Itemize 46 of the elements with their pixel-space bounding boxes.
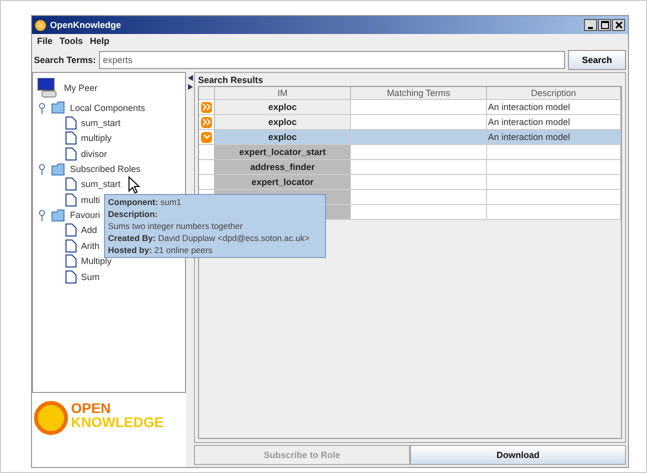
table-cell: An interaction model <box>487 115 621 129</box>
tooltip-line: Description: <box>108 208 158 220</box>
menu-item[interactable]: File <box>37 36 53 46</box>
search-field[interactable]: experts <box>98 51 565 69</box>
tree-item[interactable]: Multiply <box>81 256 112 266</box>
tree-item[interactable]: Favouri <box>70 210 100 220</box>
table-cell: exploc <box>215 115 351 129</box>
table-row[interactable]: address_finder <box>199 160 621 175</box>
table-row[interactable]: expert_locator_start <box>199 145 621 160</box>
tree-item[interactable]: multiply <box>81 133 112 144</box>
menu-item[interactable]: Help <box>90 36 110 46</box>
tooltip-line: Component: sum1 <box>108 196 182 208</box>
table-row[interactable]: expert_locator <box>199 175 621 190</box>
table-row[interactable]: exploc An interaction model <box>199 100 621 115</box>
search-label: Search Terms: <box>34 55 96 65</box>
table-cell: exploc <box>215 100 351 114</box>
table-cell: An interaction model <box>487 130 621 144</box>
column-header[interactable]: Description <box>487 87 621 99</box>
logo-text: OPEN <box>71 401 112 415</box>
tooltip-line: Created By: David Dupplaw <dpd@ecs.soton.ac.uk> <box>108 232 310 244</box>
tree-item[interactable]: Arith <box>81 240 100 251</box>
table-cell: An interaction model <box>487 100 621 114</box>
table-row[interactable]: exploc An interaction model <box>199 130 621 145</box>
action-button[interactable]: Download <box>410 445 626 465</box>
tree-item[interactable]: multi <box>81 194 100 205</box>
tree-item[interactable]: Subscribed Roles <box>70 164 141 174</box>
tree-item[interactable]: Sum <box>81 272 100 282</box>
tree-item[interactable]: Local Components <box>70 102 146 112</box>
search-button[interactable]: Search <box>568 50 626 70</box>
tooltip-line: Sums two integer numbers together <box>108 220 243 232</box>
menu-item[interactable]: Tools <box>60 36 83 46</box>
tooltip-line: Hosted by: 21 online peers <box>108 244 212 256</box>
column-header[interactable]: Matching Terms <box>351 87 487 99</box>
logo-text: KNOWLEDGE <box>71 415 164 429</box>
tree-item[interactable]: sum_start <box>81 118 121 128</box>
table-cell: expert_locator_start <box>215 145 351 159</box>
tree-item[interactable]: My Peer <box>64 83 98 93</box>
tree-item[interactable]: sum_start <box>81 179 121 190</box>
column-header[interactable]: IM <box>215 87 351 99</box>
tree-item[interactable]: Add <box>81 225 98 236</box>
table-row[interactable]: exploc An interaction model <box>199 115 621 130</box>
table-cell: address_finder <box>215 160 351 174</box>
panel-title: Search Results <box>198 75 264 85</box>
tree-item[interactable]: divisor <box>81 148 108 159</box>
window-title: OpenKnowledge <box>50 20 122 30</box>
table-cell: expert_locator <box>215 175 351 189</box>
